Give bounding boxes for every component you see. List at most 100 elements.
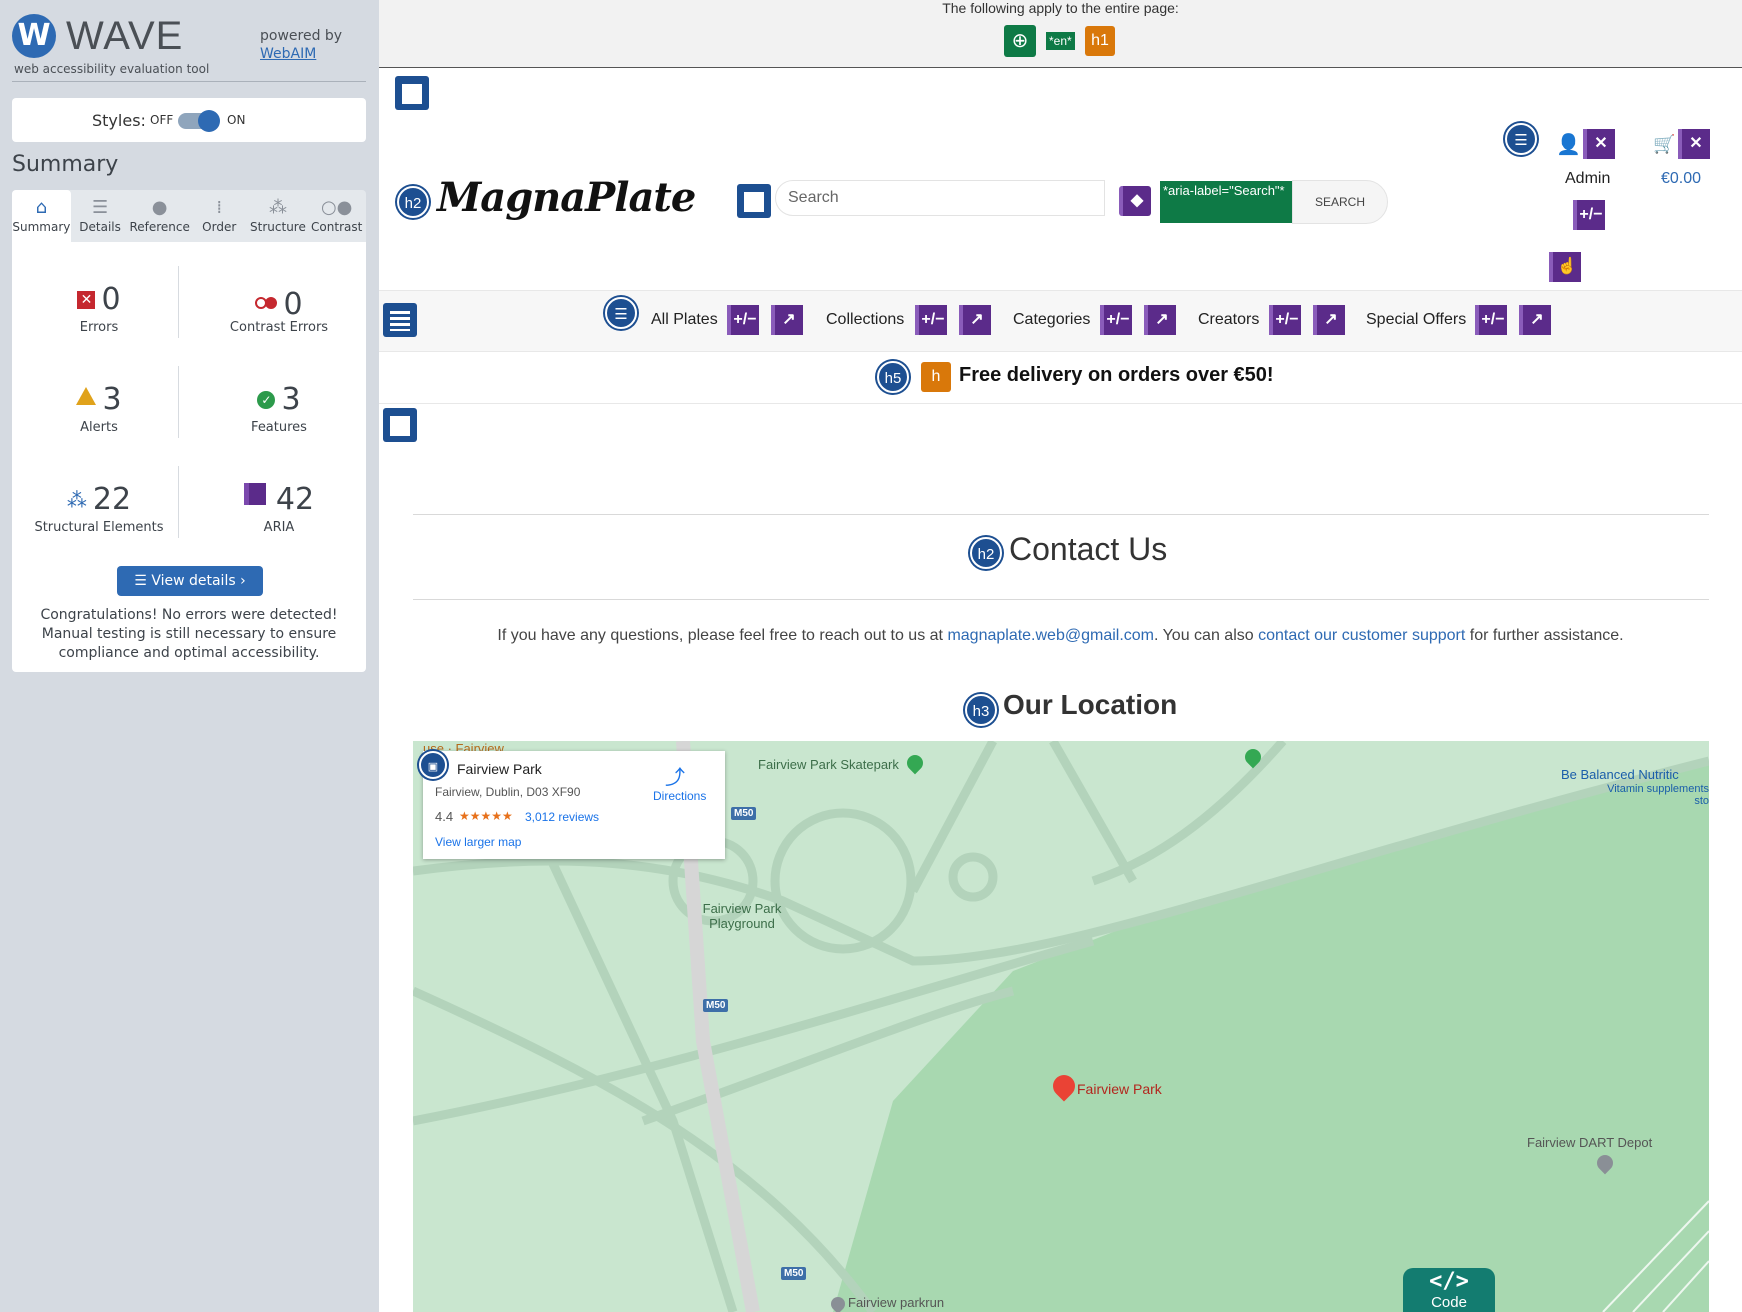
contact-text-pre: If you have any questions, please feel f… [497,627,948,644]
aria-menu-icon[interactable]: ☝ [1549,252,1581,282]
site-logo[interactable]: MagnaPlate [437,174,696,221]
expanded-icon[interactable]: +/− [1573,200,1605,230]
tab-order[interactable]: ⁞ Order [190,190,249,242]
nav-landmark-icon[interactable] [383,303,417,337]
admin-label[interactable]: Admin [1565,170,1610,188]
h2-icon[interactable]: h2 [970,537,1002,569]
email-link[interactable]: magnaplate.web@gmail.com [947,627,1154,644]
directions-link[interactable]: Directions [653,789,706,803]
user-icon[interactable]: 👤 [1556,132,1581,157]
features-label: Features [251,420,307,435]
list-icon[interactable]: ☰ [605,297,637,329]
tab-label: Reference [129,220,190,234]
aria-hidden-icon[interactable]: ✕ [1678,129,1710,159]
road-shield: M50 [731,807,757,820]
contact-heading: Contact Us [1009,531,1168,567]
code-button[interactable]: </> Code [1403,1268,1495,1312]
search-landmark-icon[interactable] [737,184,771,218]
map-label-playground: Fairview Park Playground [702,901,782,931]
nav-all-plates[interactable]: All Plates [651,311,718,329]
errors-stat[interactable]: ✕ 0 Errors [19,282,179,335]
h2-icon[interactable]: h2 [397,186,429,218]
view-details-button[interactable]: ☰ View details › [117,566,263,596]
nav-categories[interactable]: Categories [1013,311,1090,329]
tab-contrast[interactable]: ○● Contrast [307,190,366,242]
header-landmark-icon[interactable] [395,76,429,110]
search-input[interactable]: Search [775,180,1105,216]
location-map[interactable]: use · Fairview ▣ Fairview Park Fairview,… [413,741,1709,1312]
webaim-link[interactable]: WebAIM [260,46,316,62]
code-icon: </> [1429,1269,1469,1294]
popup-icon[interactable]: ↗ [1519,305,1551,335]
tab-label: Order [202,220,237,234]
code-label: Code [1431,1294,1467,1311]
page-preview: The following apply to the entire page: … [379,0,1742,1312]
list-icon: ☰ [134,573,152,589]
popup-icon[interactable]: ↗ [1144,305,1176,335]
alerts-stat[interactable]: 3 Alerts [19,382,179,435]
contrast-icon: ○● [320,197,353,218]
tab-structure[interactable]: ⁂ Structure [249,190,308,242]
entire-page-note: The following apply to the entire page: [942,0,1179,16]
list-icon[interactable]: ☰ [1505,123,1537,155]
powered-by: powered by [260,28,343,44]
language-tag[interactable]: *en* [1046,32,1075,50]
map-label-balanced: Be Balanced Nutritic [1561,767,1679,782]
tab-details[interactable]: ☰ Details [71,190,130,242]
map-label-parkrun: Fairview parkrun [848,1295,945,1310]
tab-reference[interactable]: ● Reference [129,190,189,242]
aria-hidden-icon[interactable]: ✕ [1583,129,1615,159]
aria-label-tag: *aria-label="Search"* [1160,181,1292,223]
expanded-icon[interactable]: +/− [727,305,759,335]
h1-alert-icon[interactable]: h1 [1085,26,1115,56]
tab-label: Details [79,220,121,234]
list-icon: ☰ [92,197,109,218]
iframe-icon[interactable]: ▣ [419,751,447,779]
expanded-icon[interactable]: +/− [1100,305,1132,335]
styles-toggle[interactable] [178,110,220,132]
nav-special-offers[interactable]: Special Offers [1366,311,1466,329]
delivery-text: Free delivery on orders over €50! [959,364,1274,386]
popup-icon[interactable]: ↗ [1313,305,1345,335]
place-rating: 4.4 [435,809,454,824]
directions-icon[interactable]: ⤴ [665,761,685,790]
larger-map-link[interactable]: View larger map [435,835,521,849]
map-label-dart: Fairview DART Depot [1527,1135,1653,1150]
alerts-label: Alerts [80,420,118,435]
features-stat[interactable]: ✓ 3 Features [199,382,359,435]
reviews-link[interactable]: 3,012 reviews [525,810,599,824]
contrast-stat[interactable]: 0 Contrast Errors [199,282,359,335]
expanded-icon[interactable]: +/− [915,305,947,335]
support-link[interactable]: contact our customer support [1258,627,1465,644]
entire-page-bar: The following apply to the entire page: … [379,0,1742,68]
search-button[interactable]: SEARCH [1292,180,1388,224]
features-count: 3 [281,382,301,417]
main-landmark-icon[interactable] [383,408,417,442]
map-label-park: Fairview Park [1077,1081,1162,1097]
nav-creators[interactable]: Creators [1198,311,1259,329]
map-label-vitamin: Vitamin supplements sto [1607,783,1709,807]
feature-icon: ✓ [257,391,276,409]
tab-label: Structure [250,220,306,234]
heading-alert-icon[interactable]: h [921,362,951,392]
cart-amount[interactable]: €0.00 [1661,170,1701,188]
h5-icon[interactable]: h5 [877,361,909,393]
wave-header: W WAVE web accessibility evaluation tool… [12,10,366,82]
view-details-label: View details › [151,573,246,589]
structure-icon: ⁂ [66,488,87,512]
expanded-icon[interactable]: +/− [1269,305,1301,335]
h3-icon[interactable]: h3 [965,694,997,726]
popup-icon[interactable]: ↗ [959,305,991,335]
nav-collections[interactable]: Collections [826,311,904,329]
aria-stat[interactable]: 42 ARIA [199,482,359,535]
cart-icon[interactable]: 🛒 [1653,134,1675,155]
tab-summary[interactable]: ⌂ Summary [12,190,71,242]
place-address: Fairview, Dublin, D03 XF90 [435,785,581,799]
expanded-icon[interactable]: +/− [1475,305,1507,335]
aria-count: 42 [275,482,315,517]
popup-icon[interactable]: ↗ [771,305,803,335]
tag-icon[interactable]: ◆ [1119,186,1151,216]
wave-sidebar: W WAVE web accessibility evaluation tool… [0,0,379,1312]
structure-stat[interactable]: ⁂ 22 Structural Elements [19,482,179,535]
globe-icon[interactable]: ⊕ [1004,25,1036,57]
